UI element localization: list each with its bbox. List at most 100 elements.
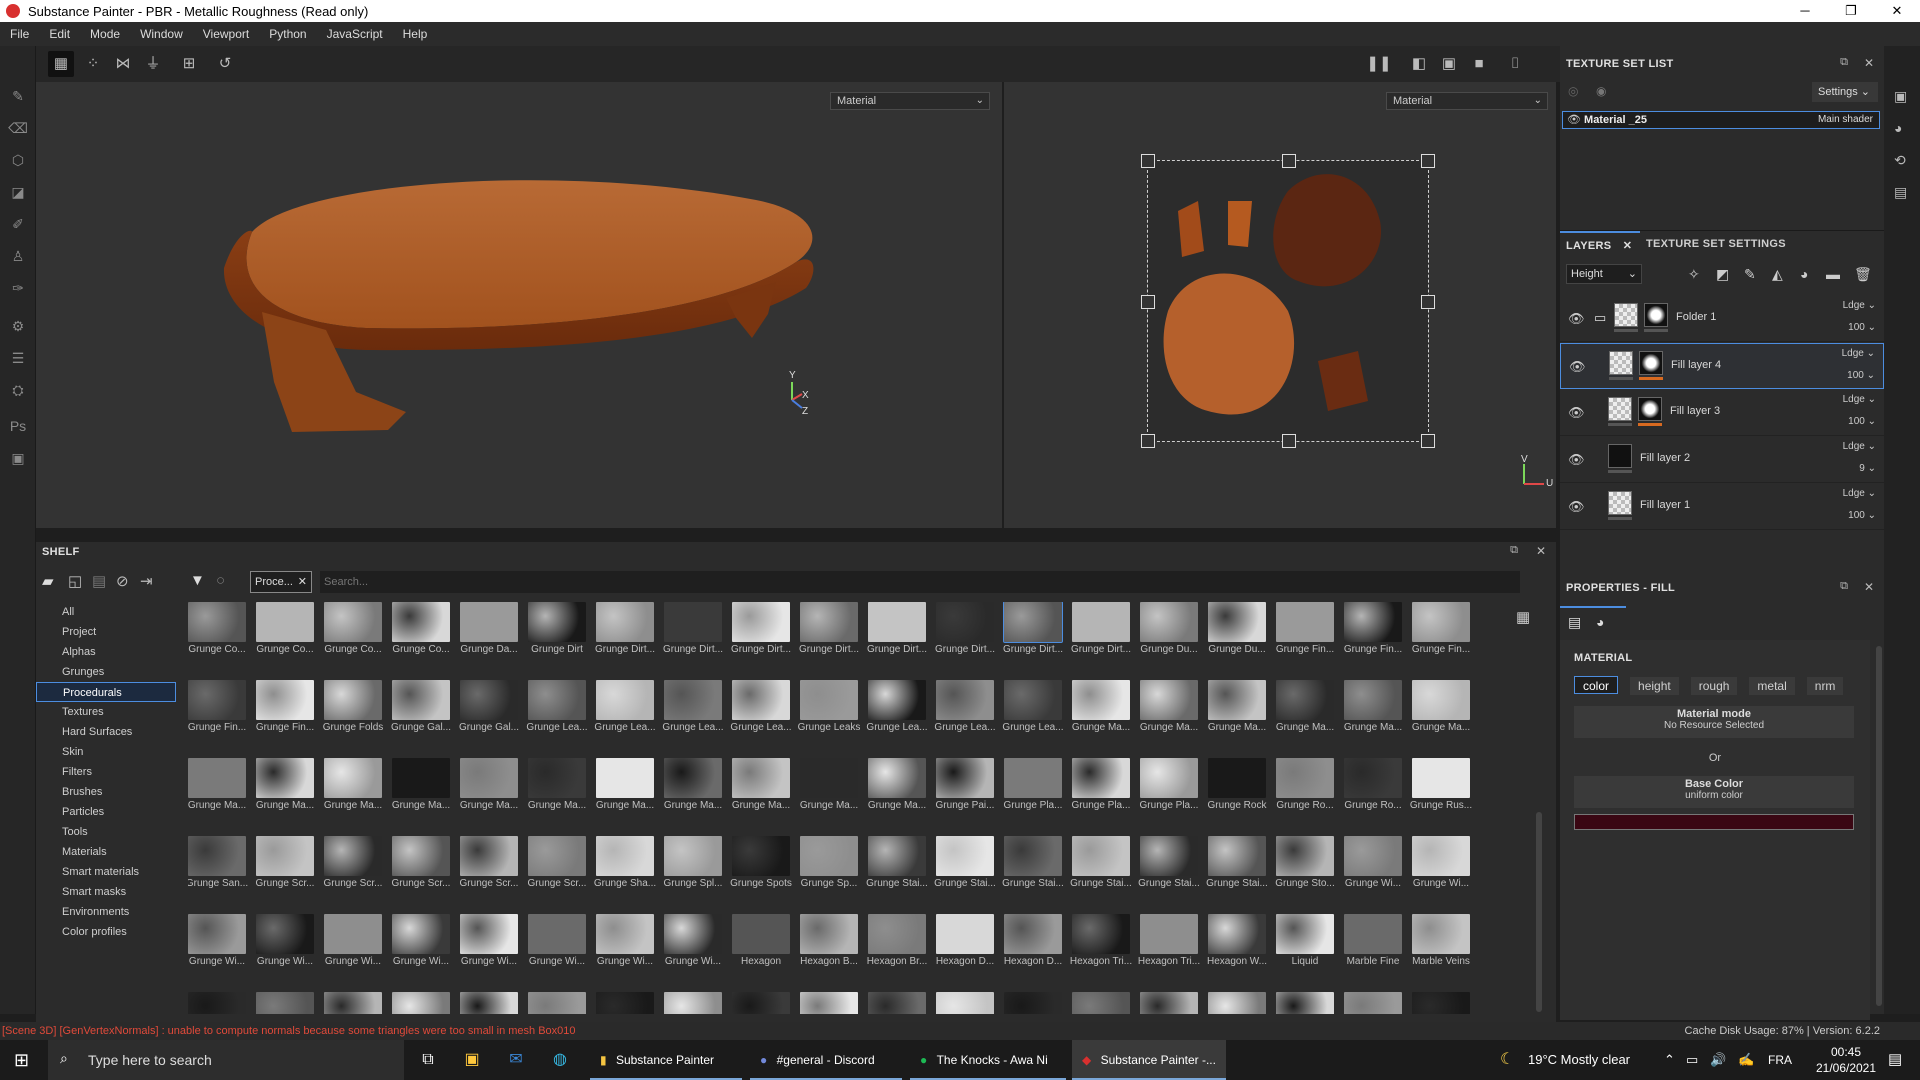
delete-layer-icon[interactable]: 🗑 xyxy=(1854,266,1872,283)
effects-icon[interactable]: ✧ xyxy=(1688,266,1700,283)
shelf-tile[interactable]: Grunge Sha... xyxy=(594,836,656,906)
shelf-category[interactable]: Materials xyxy=(36,842,176,862)
shelf-tile[interactable]: Grunge Scr... xyxy=(324,836,382,906)
display-icon[interactable]: ▣ xyxy=(1894,88,1907,105)
shelf-tile[interactable]: Grunge Ma... xyxy=(664,758,722,828)
shelf-tile[interactable]: Hexagon B... xyxy=(800,914,858,984)
shelf-tile[interactable] xyxy=(1412,992,1470,1014)
shelf-tile[interactable]: Grunge Co... xyxy=(188,602,246,672)
shelf-tile[interactable]: Grunge Stai... xyxy=(934,836,996,906)
undock-icon[interactable]: ⧉ xyxy=(1510,544,1518,557)
menu-window[interactable]: Window xyxy=(130,27,193,41)
shelf-tile[interactable] xyxy=(460,992,518,1014)
chip-height[interactable]: height xyxy=(1630,677,1679,695)
paint-brush-icon[interactable]: ✎ xyxy=(8,86,28,106)
close-button[interactable]: ✕ xyxy=(1874,0,1920,22)
add-smart-material-icon[interactable]: ◕ xyxy=(1800,266,1808,282)
material-ball-icon[interactable]: ◕ xyxy=(1596,614,1604,630)
uv-bounds[interactable] xyxy=(1141,154,1435,448)
windows-start-icon[interactable]: ⊞ xyxy=(14,1040,29,1080)
shelf-tile[interactable]: Grunge Ma... xyxy=(1072,680,1130,750)
shelf-tile[interactable]: Grunge Pla... xyxy=(1072,758,1130,828)
shelf-tile[interactable]: Grunge Wi... xyxy=(256,914,314,984)
shelf-category[interactable]: Project xyxy=(36,622,176,642)
shelf-tile[interactable]: Grunge Scr... xyxy=(528,836,586,906)
mask-icon[interactable]: ◩ xyxy=(1716,266,1729,283)
color-picker-icon[interactable]: ✑ xyxy=(8,278,28,298)
close-properties-icon[interactable]: ✕ xyxy=(1864,580,1874,594)
shelf-tile[interactable] xyxy=(1072,992,1130,1014)
layer-row[interactable]: 👁 Fill layer 3 Ldge ⌄ 100 ⌄ xyxy=(1560,390,1884,436)
shelf-tile[interactable]: Grunge Dirt xyxy=(528,602,586,672)
shelf-tile[interactable]: Grunge Ma... xyxy=(868,758,926,828)
texture-set-row[interactable]: 👁 Material _25 Main shader xyxy=(1562,111,1880,129)
smudge-icon[interactable]: ✐ xyxy=(8,214,28,234)
pause-icon[interactable]: ❚❚ xyxy=(1366,51,1392,77)
geometry-mask-icon[interactable]: ◪ xyxy=(8,182,28,202)
shelf-category[interactable]: Particles xyxy=(36,802,176,822)
visibility-icon[interactable]: ◉ xyxy=(1596,84,1606,98)
shelf-search-input[interactable] xyxy=(320,571,1520,593)
mail-icon[interactable]: ✉ xyxy=(496,1040,536,1080)
shelf-tile[interactable]: Liquid xyxy=(1276,914,1334,984)
shelf-tile[interactable]: Grunge Dirt... xyxy=(799,602,859,672)
bake-settings-icon[interactable]: ⚙ xyxy=(8,316,28,336)
shelf-tile[interactable]: Hexagon D... xyxy=(936,914,994,984)
shelf-tile[interactable]: Grunge Ma... xyxy=(324,758,382,828)
filter-tag[interactable]: Proce... ✕ xyxy=(250,571,312,593)
shelf-tile[interactable]: Grunge Stai... xyxy=(1002,836,1064,906)
shelf-tile[interactable]: Grunge Wi... xyxy=(324,914,382,984)
shelf-tile[interactable]: Grunge Lea... xyxy=(934,680,996,750)
shelf-tile[interactable]: Hexagon xyxy=(732,914,790,984)
shelf-tile[interactable] xyxy=(732,992,790,1014)
base-color-button[interactable]: Base Color uniform color xyxy=(1574,776,1854,808)
shelf-category[interactable]: All xyxy=(36,602,176,622)
shelf-tile[interactable]: Grunge Ma... xyxy=(1344,680,1402,750)
menu-viewport[interactable]: Viewport xyxy=(193,27,259,41)
folder-icon[interactable]: ▰ xyxy=(42,572,54,590)
shelf-tile[interactable]: Grunge Gal... xyxy=(391,680,451,750)
shelf-tile[interactable]: Grunge Leaks xyxy=(798,680,860,750)
shelf-tile[interactable]: Marble Veins xyxy=(1412,914,1470,984)
history-side-icon[interactable]: ⟲ xyxy=(1894,152,1906,169)
shelf-tile[interactable]: Grunge Fin... xyxy=(256,680,314,750)
tab-texture-set-settings[interactable]: TEXTURE SET SETTINGS xyxy=(1646,231,1786,257)
shelf-tile[interactable]: Marble Fine xyxy=(1344,914,1402,984)
screenshot-icon[interactable]: ⌷ xyxy=(1502,51,1528,77)
shelf-tile[interactable]: Grunge Ma... xyxy=(528,758,586,828)
shelf-category[interactable]: Grunges xyxy=(36,662,176,682)
taskbar-app-discord[interactable]: ● #general - Discord xyxy=(750,1040,902,1080)
tab-layers[interactable]: LAYERS ✕ xyxy=(1560,231,1640,257)
properties-scrollbar[interactable] xyxy=(1876,646,1882,1006)
shelf-tile[interactable]: Grunge Lea... xyxy=(662,680,724,750)
undock-tsl-icon[interactable]: ⧉ xyxy=(1840,56,1848,69)
base-color-swatch[interactable] xyxy=(1574,814,1854,830)
export-icon[interactable]: ▣ xyxy=(8,448,28,468)
volume-icon[interactable]: 🔊 xyxy=(1710,1040,1726,1080)
layer-row[interactable]: 👁 ▭ Folder 1 Ldge ⌄ 100 ⌄ xyxy=(1560,296,1884,342)
shelf-tile[interactable]: Grunge Dirt... xyxy=(595,602,655,672)
opacity-select[interactable]: 9 ⌄ xyxy=(1859,463,1876,474)
shelf-tile[interactable] xyxy=(392,992,450,1014)
blend-mode-select[interactable]: Ldge ⌄ xyxy=(1843,300,1876,311)
blend-mode-select[interactable]: Ldge ⌄ xyxy=(1843,394,1876,405)
shelf-tile[interactable]: Grunge Fin... xyxy=(1344,602,1402,672)
shelf-tile[interactable]: Grunge Ma... xyxy=(1208,680,1266,750)
layer-row[interactable]: 👁 Fill layer 4 Ldge ⌄ 100 ⌄ xyxy=(1560,343,1884,389)
shelf-tile[interactable]: Grunge Pla... xyxy=(1140,758,1198,828)
shelf-tile[interactable]: Hexagon W... xyxy=(1207,914,1267,984)
shelf-tile[interactable] xyxy=(528,992,586,1014)
tray-chevron-icon[interactable]: ⌃ xyxy=(1664,1040,1675,1080)
shelf-tile[interactable]: Grunge Stai... xyxy=(1206,836,1268,906)
shelf-tile[interactable]: Grunge Lea... xyxy=(730,680,792,750)
eye-icon[interactable]: 👁 xyxy=(1568,499,1585,515)
menu-file[interactable]: File xyxy=(0,27,39,41)
shelf-tile[interactable]: Grunge Scr... xyxy=(392,836,450,906)
notifications-icon[interactable]: ▤ xyxy=(1888,1040,1902,1080)
eye-icon[interactable]: 👁 xyxy=(1568,311,1585,327)
shelf-tile[interactable]: Grunge Fin... xyxy=(1412,602,1470,672)
shelf-tile[interactable]: Grunge Ma... xyxy=(1140,680,1198,750)
tsl-settings-dropdown[interactable]: Settings ⌄ xyxy=(1812,82,1878,102)
viewport-3d[interactable]: Material ⌄ Y X Z xyxy=(36,82,1002,528)
shelf-tile[interactable]: Grunge Ma... xyxy=(800,758,858,828)
